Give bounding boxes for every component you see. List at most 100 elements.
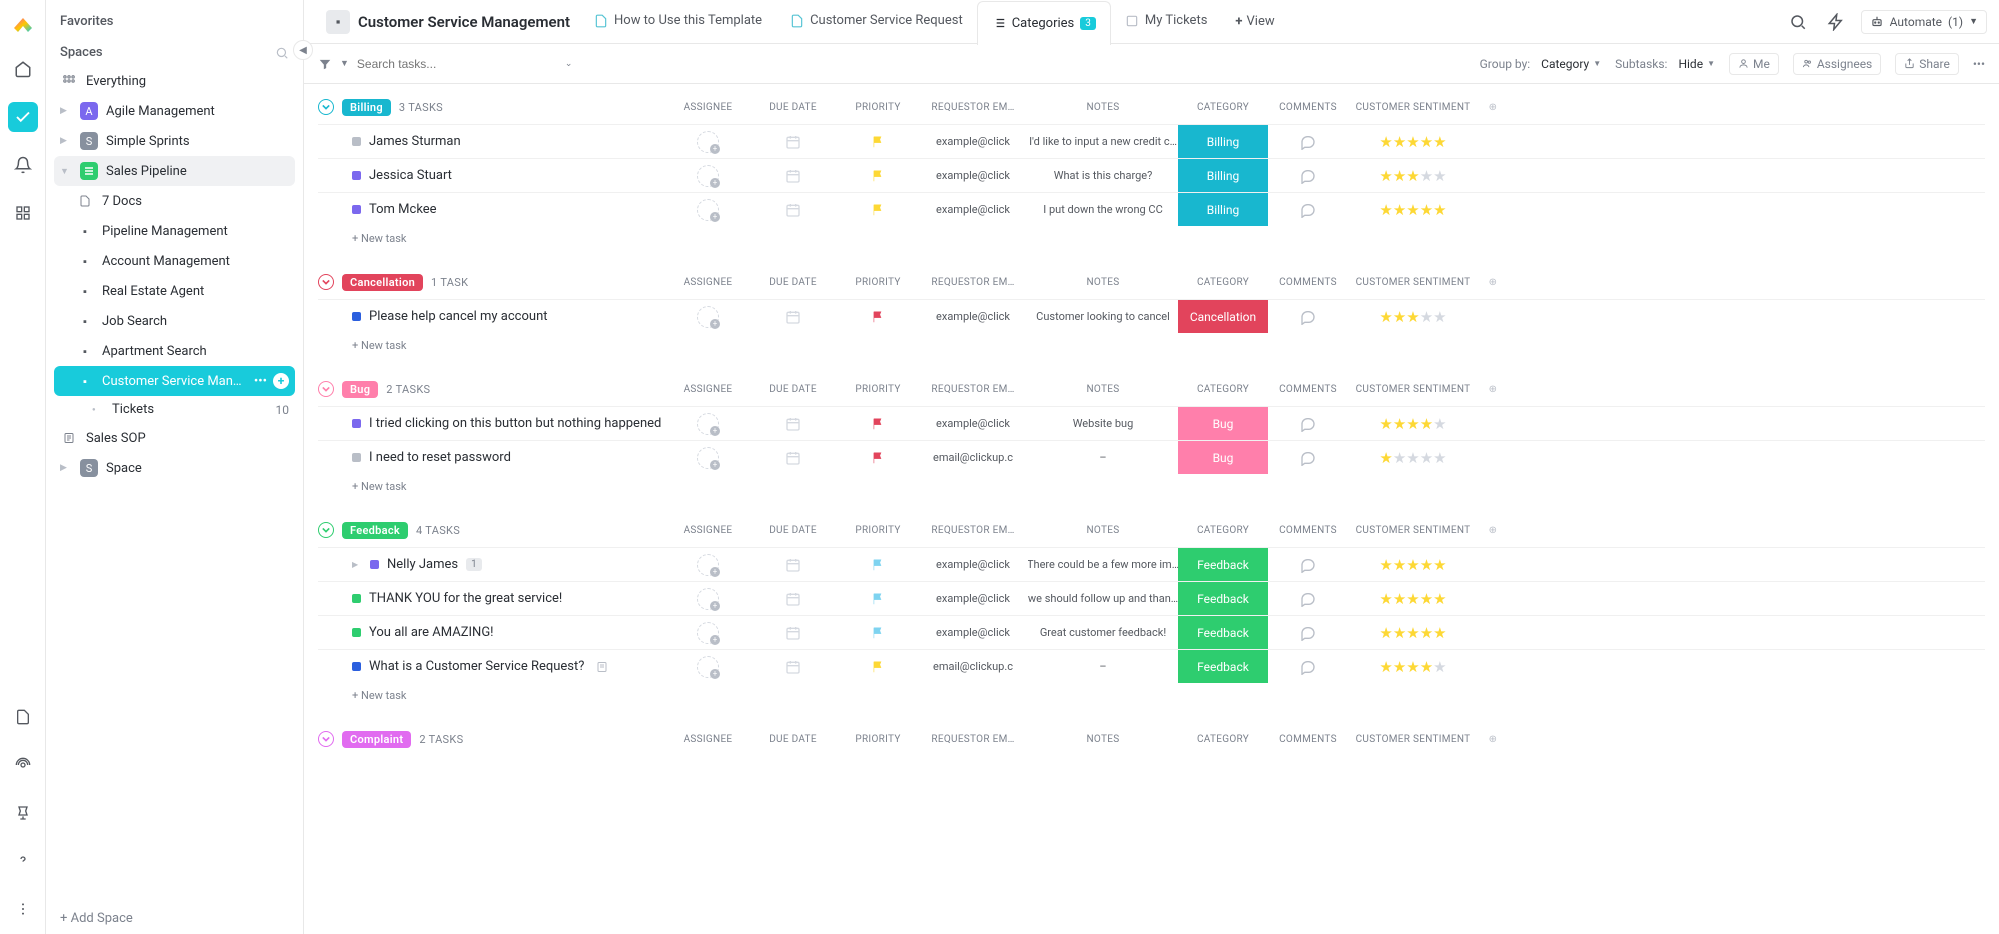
subtask-badge[interactable]: 1 <box>466 558 482 571</box>
status-square[interactable] <box>352 205 361 214</box>
col-assignee[interactable]: ASSIGNEE <box>668 384 748 395</box>
col-due[interactable]: DUE DATE <box>748 102 838 113</box>
sidebar-item-real-estate[interactable]: ▪ Real Estate Agent <box>54 276 295 306</box>
add-column-icon[interactable]: ⊕ <box>1478 525 1508 536</box>
col-due[interactable]: DUE DATE <box>748 525 838 536</box>
task-row[interactable]: James Sturmanexample@clickI'd like to in… <box>318 124 1985 158</box>
notes-cell[interactable]: I put down the wrong CC <box>1028 203 1178 216</box>
category-cell[interactable]: Billing <box>1178 125 1268 158</box>
col-category[interactable]: CATEGORY <box>1178 384 1268 395</box>
category-cell[interactable]: Billing <box>1178 159 1268 192</box>
col-email[interactable]: REQUESTOR EM… <box>918 277 1028 288</box>
notes-cell[interactable]: I'd like to input a new credit c… <box>1028 135 1178 148</box>
col-assignee[interactable]: ASSIGNEE <box>668 734 748 745</box>
folder-icon[interactable]: ▪ <box>326 10 350 34</box>
more-icon[interactable] <box>8 894 38 924</box>
task-name[interactable]: THANK YOU for the great service! <box>369 591 562 606</box>
task-name[interactable]: I need to reset password <box>369 450 511 465</box>
pulse-icon[interactable] <box>8 750 38 780</box>
new-task-button[interactable]: + New task <box>318 226 1985 251</box>
col-category[interactable]: CATEGORY <box>1178 102 1268 113</box>
add-column-icon[interactable]: ⊕ <box>1478 734 1508 745</box>
new-task-button[interactable]: + New task <box>318 474 1985 499</box>
category-cell[interactable]: Feedback <box>1178 548 1268 581</box>
sentiment-cell[interactable]: ★★★★★ <box>1348 308 1478 326</box>
due-date-cell[interactable] <box>748 416 838 432</box>
email-cell[interactable]: email@clickup.c <box>918 660 1028 673</box>
page-title[interactable]: Customer Service Management <box>358 13 570 31</box>
task-name[interactable]: You all are AMAZING! <box>369 625 494 640</box>
due-date-cell[interactable] <box>748 202 838 218</box>
doc-icon[interactable] <box>596 661 608 673</box>
due-date-cell[interactable] <box>748 309 838 325</box>
apps-icon[interactable] <box>8 198 38 228</box>
priority-cell[interactable] <box>838 417 918 431</box>
col-comments[interactable]: COMMENTS <box>1268 277 1348 288</box>
sentiment-cell[interactable]: ★★★★★ <box>1348 133 1478 151</box>
comments-cell[interactable] <box>1268 450 1348 466</box>
priority-cell[interactable] <box>838 660 918 674</box>
group-label[interactable]: Complaint <box>342 731 411 748</box>
assignee-cell[interactable] <box>668 588 748 610</box>
email-cell[interactable]: example@click <box>918 558 1028 571</box>
status-square[interactable] <box>352 312 361 321</box>
col-notes[interactable]: NOTES <box>1028 734 1178 745</box>
comments-cell[interactable] <box>1268 309 1348 325</box>
assignee-cell[interactable] <box>668 165 748 187</box>
email-cell[interactable]: example@click <box>918 592 1028 605</box>
add-column-icon[interactable]: ⊕ <box>1478 277 1508 288</box>
comments-cell[interactable] <box>1268 134 1348 150</box>
sentiment-cell[interactable]: ★★★★★ <box>1348 415 1478 433</box>
sidebar-item-docs[interactable]: 7 Docs <box>54 186 295 216</box>
task-row[interactable]: I need to reset passwordemail@clickup.c–… <box>318 440 1985 474</box>
chevron-down-icon[interactable]: ⌄ <box>565 59 573 69</box>
col-sentiment[interactable]: CUSTOMER SENTIMENT <box>1348 525 1478 536</box>
due-date-cell[interactable] <box>748 168 838 184</box>
sidebar-item-customer-service[interactable]: ▪ Customer Service Manage… ••• + <box>54 366 295 396</box>
status-square[interactable] <box>352 594 361 603</box>
category-cell[interactable]: Bug <box>1178 441 1268 474</box>
task-row[interactable]: You all are AMAZING!example@clickGreat c… <box>318 615 1985 649</box>
due-date-cell[interactable] <box>748 659 838 675</box>
notes-cell[interactable]: What is this charge? <box>1028 169 1178 182</box>
notes-cell[interactable]: Website bug <box>1028 417 1178 430</box>
col-priority[interactable]: PRIORITY <box>838 525 918 536</box>
assignee-cell[interactable] <box>668 306 748 328</box>
task-row[interactable]: Please help cancel my accountexample@cli… <box>318 299 1985 333</box>
due-date-cell[interactable] <box>748 557 838 573</box>
goals-icon[interactable] <box>8 798 38 828</box>
notes-cell[interactable]: Customer looking to cancel <box>1028 310 1178 323</box>
tab-categories[interactable]: Categories 3 <box>977 1 1111 45</box>
col-email[interactable]: REQUESTOR EM… <box>918 525 1028 536</box>
group-toggle[interactable] <box>318 522 334 538</box>
col-comments[interactable]: COMMENTS <box>1268 734 1348 745</box>
col-notes[interactable]: NOTES <box>1028 277 1178 288</box>
sidebar-item-apartment[interactable]: ▪ Apartment Search <box>54 336 295 366</box>
priority-cell[interactable] <box>838 310 918 324</box>
category-cell[interactable]: Billing <box>1178 193 1268 226</box>
priority-cell[interactable] <box>838 626 918 640</box>
col-comments[interactable]: COMMENTS <box>1268 102 1348 113</box>
sidebar-collapse-button[interactable]: ◀ <box>293 40 313 60</box>
col-assignee[interactable]: ASSIGNEE <box>668 525 748 536</box>
task-name[interactable]: Jessica Stuart <box>369 168 452 183</box>
assignee-cell[interactable] <box>668 131 748 153</box>
priority-cell[interactable] <box>838 169 918 183</box>
task-row[interactable]: What is a Customer Service Request?email… <box>318 649 1985 683</box>
sentiment-cell[interactable]: ★★★★★ <box>1348 624 1478 642</box>
task-row[interactable]: I tried clicking on this button but noth… <box>318 406 1985 440</box>
status-square[interactable] <box>352 453 361 462</box>
sidebar-everything[interactable]: Everything <box>54 66 295 96</box>
search-icon[interactable] <box>1785 9 1811 35</box>
search-tasks-input[interactable] <box>357 57 497 71</box>
category-cell[interactable]: Cancellation <box>1178 300 1268 333</box>
category-cell[interactable]: Bug <box>1178 407 1268 440</box>
favorites-header[interactable]: Favorites <box>46 8 303 35</box>
email-cell[interactable]: example@click <box>918 135 1028 148</box>
category-cell[interactable]: Feedback <box>1178 650 1268 683</box>
col-due[interactable]: DUE DATE <box>748 384 838 395</box>
groupby-dropdown[interactable]: Group by: Category ▼ <box>1480 57 1602 71</box>
comments-cell[interactable] <box>1268 557 1348 573</box>
comments-cell[interactable] <box>1268 659 1348 675</box>
col-priority[interactable]: PRIORITY <box>838 102 918 113</box>
